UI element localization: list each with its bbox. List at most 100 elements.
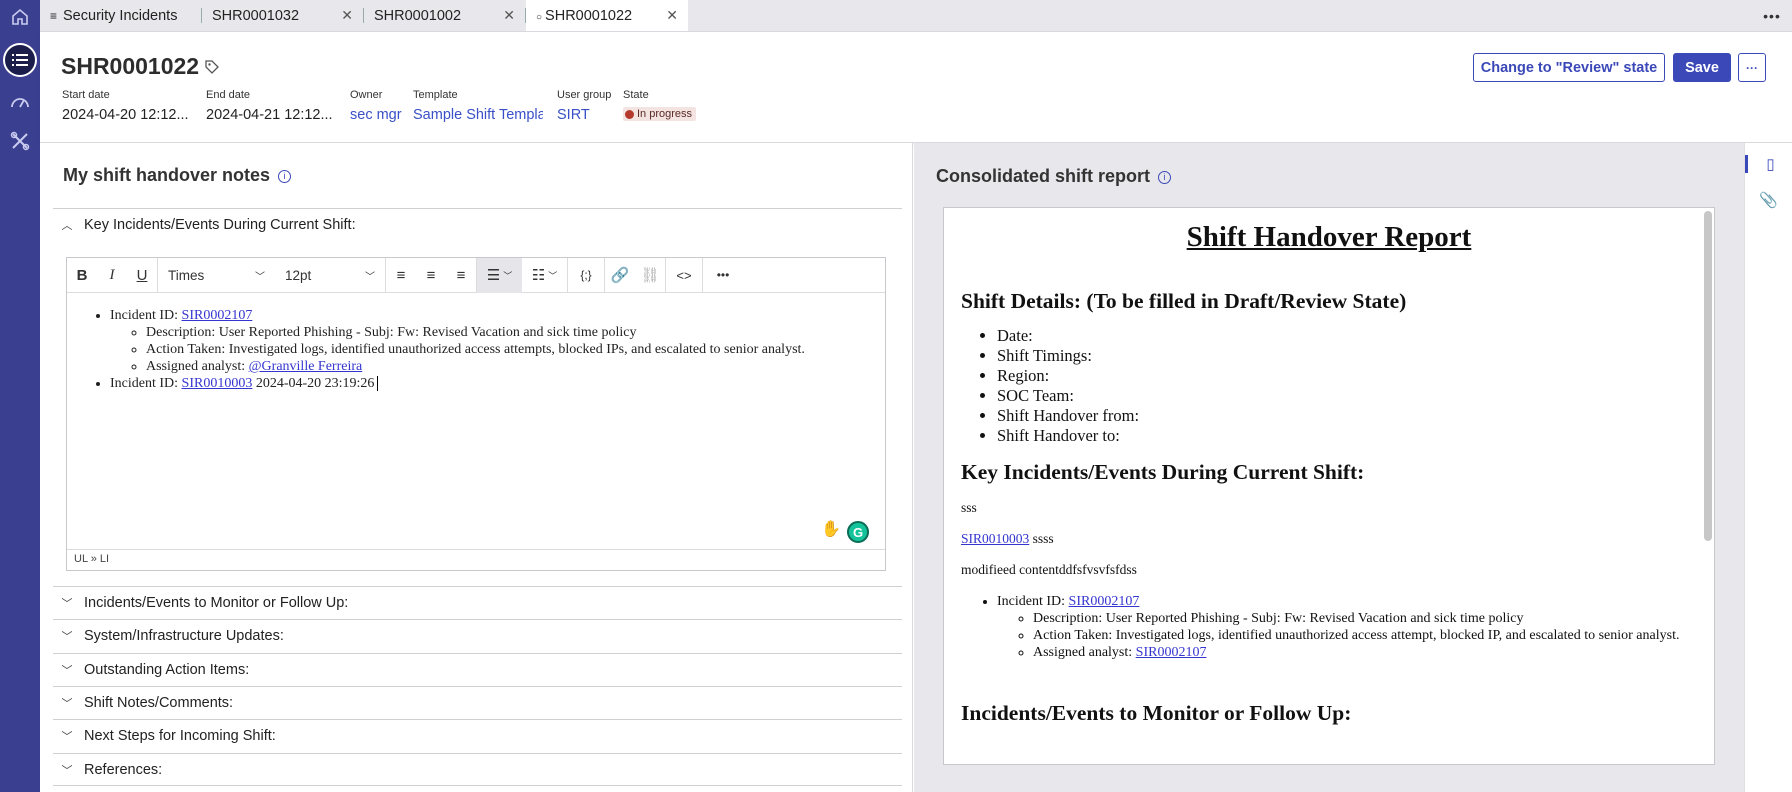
chevron-down-icon: ﹀	[61, 731, 73, 743]
element-path: UL » LI	[74, 553, 110, 565]
change-to-review-button[interactable]: Change to "Review" state	[1473, 53, 1665, 82]
list-item: Shift Timings:	[997, 346, 1714, 366]
tab-label: Security Incidents	[63, 7, 178, 24]
field-label: User group	[557, 89, 612, 101]
section-references[interactable]: ﹀ References:	[53, 753, 902, 786]
text: Incident ID:	[997, 594, 1069, 609]
field-label: Template	[413, 89, 458, 101]
font-size-value: 12pt	[285, 267, 312, 283]
home-icon[interactable]	[0, 0, 40, 34]
font-size-select[interactable]: 12pt ﹀	[275, 258, 385, 293]
pane-title-text: My shift handover notes	[63, 165, 271, 185]
section-system-updates[interactable]: ﹀ System/Infrastructure Updates:	[53, 619, 902, 652]
font-family-select[interactable]: Times ﹀	[158, 258, 275, 293]
paragraph: modifieed contentddfsfvsvfsfdss	[961, 562, 1137, 577]
incident-link[interactable]: SIR0010003	[182, 376, 253, 391]
close-icon[interactable]: ✕	[341, 7, 353, 24]
pane-title: Consolidated shift report i	[936, 166, 1172, 187]
tab-security-incidents[interactable]: ≡ Security Incidents	[40, 7, 202, 24]
bullet-list-icon[interactable]: ☰ ﹀	[477, 257, 522, 293]
link-icon[interactable]: 🔗	[605, 258, 635, 293]
section-key-incidents[interactable]: ︿ Key Incidents/Events During Current Sh…	[53, 208, 902, 241]
paragraph: sss	[961, 500, 977, 515]
menu-icon: ≡	[50, 8, 58, 23]
attachment-icon[interactable]: 📎	[1759, 191, 1778, 209]
details-list: Date: Shift Timings: Region: SOC Team: S…	[997, 326, 1714, 446]
section-title: Next Steps for Incoming Shift:	[84, 728, 276, 744]
list-icon[interactable]	[3, 43, 37, 77]
incident-link[interactable]: SIR0010003	[961, 531, 1029, 546]
list-item: Description: User Reported Phishing - Su…	[146, 324, 885, 341]
close-icon[interactable]: ✕	[503, 7, 515, 24]
chevron-down-icon: ﹀	[61, 598, 73, 610]
panel-toggle-icon[interactable]: ▯	[1745, 155, 1792, 173]
section-outstanding-actions[interactable]: ﹀ Outstanding Action Items:	[53, 653, 902, 686]
tools-icon[interactable]	[0, 121, 40, 161]
more-tabs-icon[interactable]: •••	[1752, 0, 1792, 31]
paragraph: SIR0010003 ssss	[961, 531, 1714, 547]
list-item: Shift Handover to:	[997, 426, 1714, 446]
grammarly-icon[interactable]: G	[847, 521, 869, 543]
text: Assigned analyst:	[146, 359, 249, 374]
align-center-icon[interactable]: ≡	[416, 258, 446, 293]
text: Assigned analyst:	[1033, 645, 1136, 660]
chevron-down-icon: ﹀	[61, 665, 73, 677]
italic-icon[interactable]: I	[97, 258, 127, 293]
page-title: SHR0001022	[61, 53, 200, 79]
text: 2024-04-20 23:19:26	[252, 376, 375, 391]
editor-toolbar: B I U Times ﹀ 12pt ﹀ ≡ ≡ ≡ ☰ ﹀ ☷ ﹀ {;} 🔗 ⛓	[67, 257, 885, 293]
pane-title: My shift handover notes i	[63, 165, 292, 186]
section-shift-notes[interactable]: ﹀ Shift Notes/Comments:	[53, 686, 902, 719]
more-actions-button[interactable]: ···	[1738, 53, 1766, 82]
incident-link[interactable]: SIR0002107	[182, 308, 253, 323]
chevron-down-icon: ﹀	[365, 271, 375, 283]
list-item: Incident ID: SIR0002107 Description: Use…	[110, 307, 885, 375]
field-label: Start date	[62, 89, 110, 101]
unlink-icon[interactable]: ⛓	[635, 258, 665, 293]
section-next-steps[interactable]: ﹀ Next Steps for Incoming Shift:	[53, 719, 902, 752]
section-title: References:	[84, 761, 163, 778]
state-field: State In progress	[623, 89, 703, 124]
info-icon[interactable]: i	[278, 170, 292, 183]
owner-field: Owner sec mgr	[350, 89, 410, 123]
report-heading: Key Incidents/Events During Current Shif…	[961, 460, 1365, 484]
source-code-icon[interactable]: <>	[666, 258, 702, 293]
emoji-icon[interactable]: ✋	[821, 519, 841, 539]
info-icon[interactable]: i	[1158, 171, 1172, 184]
numbered-list-icon[interactable]: ☷ ﹀	[522, 258, 567, 293]
align-right-icon[interactable]: ≡	[446, 258, 476, 293]
code-sample-icon[interactable]: {;}	[568, 258, 604, 293]
tab-shr0001032[interactable]: SHR0001032 ✕	[202, 7, 364, 24]
tab-label-text: SHR0001022	[545, 7, 633, 24]
analyst-link[interactable]: SIR0002107	[1136, 645, 1207, 660]
template-link[interactable]: Sample Shift Templat	[413, 107, 543, 123]
user-group-field: User group SIRT	[557, 89, 617, 123]
font-family-value: Times	[168, 267, 205, 283]
editor-content[interactable]: Incident ID: SIR0002107 Description: Use…	[67, 293, 885, 549]
report-title: Shift Handover Report	[1186, 221, 1472, 253]
list-item: Region:	[997, 366, 1714, 386]
close-icon[interactable]: ✕	[666, 7, 678, 24]
save-button[interactable]: Save	[1673, 53, 1731, 82]
align-left-icon[interactable]: ≡	[386, 258, 416, 293]
section-monitor[interactable]: ﹀ Incidents/Events to Monitor or Follow U…	[53, 586, 902, 619]
section-title: Shift Notes/Comments:	[84, 695, 234, 711]
incident-link[interactable]: SIR0002107	[1069, 594, 1140, 609]
section-title: Key Incidents/Events During Current Shif…	[84, 217, 356, 233]
scrollbar[interactable]	[1704, 211, 1712, 541]
tag-icon[interactable]	[205, 60, 219, 77]
list-item: Incident ID: SIR0010003 2024-04-20 23:19…	[110, 375, 885, 392]
report-document[interactable]: Shift Handover Report Shift Details: (To…	[943, 207, 1715, 765]
dashboard-icon[interactable]	[0, 81, 40, 121]
section-title: Outstanding Action Items:	[84, 662, 250, 678]
incident-list: Incident ID: SIR0002107 Description: Use…	[997, 593, 1714, 661]
underline-icon[interactable]: U	[127, 258, 157, 293]
user-group-link[interactable]: SIRT	[557, 107, 617, 123]
more-icon[interactable]: •••	[703, 258, 743, 293]
owner-link[interactable]: sec mgr	[350, 107, 410, 123]
tab-shr0001022[interactable]: ○ SHR0001022 ✕	[526, 0, 688, 31]
text: Incident ID:	[110, 376, 182, 391]
tab-shr0001002[interactable]: SHR0001002 ✕	[364, 7, 526, 24]
analyst-mention-link[interactable]: @Granville Ferreira	[249, 359, 363, 374]
bold-icon[interactable]: B	[67, 258, 97, 293]
